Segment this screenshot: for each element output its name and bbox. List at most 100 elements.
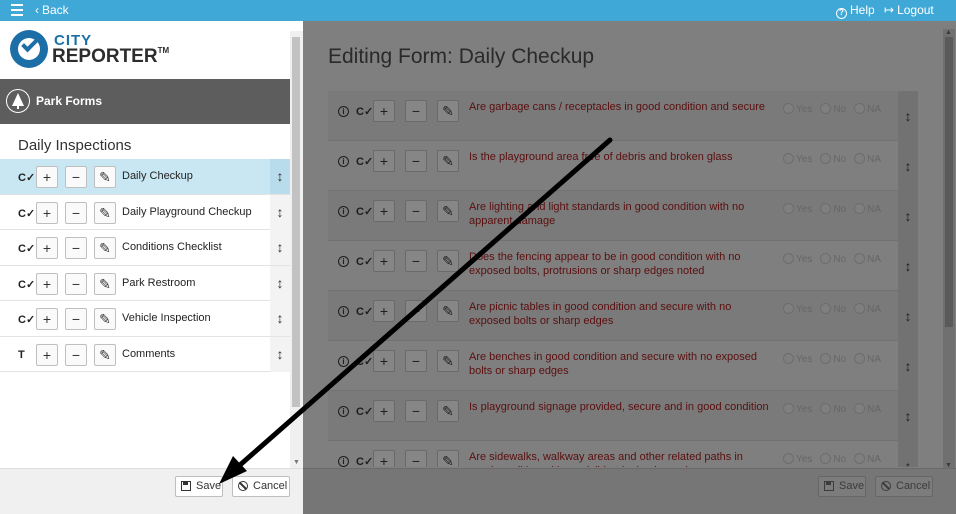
- radio-button[interactable]: [783, 203, 794, 214]
- radio-option[interactable]: NA: [854, 403, 881, 415]
- form-row[interactable]: C✓ + − ✎ Vehicle Inspection ↕: [0, 301, 290, 337]
- help-link[interactable]: ? Help: [836, 3, 875, 19]
- edit-button[interactable]: ✎: [94, 308, 116, 330]
- radio-button[interactable]: [820, 153, 832, 164]
- remove-button[interactable]: −: [405, 300, 427, 322]
- add-button[interactable]: +: [373, 150, 395, 172]
- edit-button[interactable]: ✎: [94, 237, 116, 259]
- radio-option[interactable]: Yes: [783, 153, 812, 165]
- radio-option[interactable]: No: [820, 403, 846, 415]
- up-down-arrow-icon[interactable]: ↕: [270, 230, 290, 265]
- up-down-arrow-icon[interactable]: ↕: [898, 291, 918, 341]
- remove-button[interactable]: −: [405, 450, 427, 467]
- form-row[interactable]: C✓ + − ✎ Daily Playground Checkup ↕: [0, 194, 290, 230]
- form-label[interactable]: Vehicle Inspection: [122, 312, 211, 324]
- radio-button[interactable]: [783, 353, 794, 364]
- up-down-arrow-icon[interactable]: ↕: [270, 159, 290, 194]
- add-button[interactable]: +: [36, 237, 58, 259]
- radio-button[interactable]: [854, 353, 866, 364]
- radio-option[interactable]: No: [820, 303, 846, 315]
- edit-button[interactable]: ✎: [437, 150, 459, 172]
- radio-option[interactable]: No: [820, 253, 846, 265]
- radio-option[interactable]: No: [820, 103, 846, 115]
- radio-option[interactable]: Yes: [783, 103, 812, 115]
- remove-button[interactable]: −: [405, 200, 427, 222]
- logout-link[interactable]: ↦ Logout: [884, 3, 934, 17]
- form-row[interactable]: T + − ✎ Comments ↕: [0, 336, 290, 372]
- radio-button[interactable]: [854, 203, 866, 214]
- add-button[interactable]: +: [36, 201, 58, 224]
- radio-button[interactable]: [854, 103, 866, 114]
- form-label[interactable]: Comments: [122, 348, 175, 360]
- edit-button[interactable]: ✎: [437, 400, 459, 422]
- right-scrollbar-thumb[interactable]: [945, 37, 953, 327]
- radio-button[interactable]: [820, 303, 832, 314]
- edit-button[interactable]: ✎: [437, 450, 459, 467]
- add-button[interactable]: +: [36, 343, 58, 366]
- info-icon[interactable]: i: [338, 106, 349, 117]
- form-row[interactable]: C✓ + − ✎ Daily Checkup ↕: [0, 159, 290, 195]
- right-scrollbar[interactable]: ▲ ▼: [943, 29, 955, 469]
- edit-button[interactable]: ✎: [437, 300, 459, 322]
- edit-button[interactable]: ✎: [94, 201, 116, 224]
- edit-button[interactable]: ✎: [94, 343, 116, 366]
- scroll-up-icon[interactable]: ▲: [945, 29, 952, 36]
- left-scrollbar-thumb[interactable]: [292, 37, 300, 407]
- up-down-arrow-icon[interactable]: ↕: [898, 241, 918, 291]
- info-icon[interactable]: i: [338, 356, 349, 367]
- add-button[interactable]: +: [373, 450, 395, 467]
- info-icon[interactable]: i: [338, 306, 349, 317]
- radio-option[interactable]: Yes: [783, 303, 812, 315]
- scroll-down-icon[interactable]: ▼: [293, 459, 300, 466]
- radio-button[interactable]: [783, 303, 794, 314]
- up-down-arrow-icon[interactable]: ↕: [270, 265, 290, 301]
- remove-button[interactable]: −: [405, 350, 427, 372]
- back-link[interactable]: ‹ Back: [35, 3, 69, 17]
- form-label[interactable]: Daily Checkup: [122, 170, 193, 182]
- radio-button[interactable]: [820, 253, 832, 264]
- save-button[interactable]: Save: [175, 476, 223, 497]
- info-icon[interactable]: i: [338, 456, 349, 467]
- info-icon[interactable]: i: [338, 406, 349, 417]
- up-down-arrow-icon[interactable]: ↕: [270, 194, 290, 230]
- add-button[interactable]: +: [36, 272, 58, 295]
- radio-option[interactable]: NA: [854, 303, 881, 315]
- radio-option[interactable]: NA: [854, 353, 881, 365]
- radio-button[interactable]: [854, 253, 866, 264]
- form-label[interactable]: Daily Playground Checkup: [122, 206, 252, 218]
- radio-option[interactable]: NA: [854, 253, 881, 265]
- remove-button[interactable]: −: [65, 237, 87, 259]
- remove-button[interactable]: −: [405, 250, 427, 272]
- radio-option[interactable]: No: [820, 203, 846, 215]
- radio-button[interactable]: [783, 253, 794, 264]
- radio-option[interactable]: No: [820, 153, 846, 165]
- remove-button[interactable]: −: [65, 343, 87, 366]
- remove-button[interactable]: −: [405, 150, 427, 172]
- radio-button[interactable]: [783, 103, 794, 114]
- add-button[interactable]: +: [373, 100, 395, 122]
- radio-option[interactable]: Yes: [783, 403, 812, 415]
- up-down-arrow-icon[interactable]: ↕: [898, 91, 918, 141]
- radio-option[interactable]: NA: [854, 203, 881, 215]
- remove-button[interactable]: −: [65, 308, 87, 330]
- up-down-arrow-icon[interactable]: ↕: [898, 141, 918, 191]
- remove-button[interactable]: −: [65, 272, 87, 295]
- radio-option[interactable]: NA: [854, 153, 881, 165]
- edit-button[interactable]: ✎: [94, 272, 116, 295]
- radio-button[interactable]: [820, 103, 832, 114]
- form-row[interactable]: C✓ + − ✎ Conditions Checklist ↕: [0, 230, 290, 266]
- form-label[interactable]: Conditions Checklist: [122, 241, 222, 253]
- radio-button[interactable]: [820, 203, 832, 214]
- edit-button[interactable]: ✎: [437, 250, 459, 272]
- left-scrollbar[interactable]: ▼: [290, 31, 303, 468]
- radio-button[interactable]: [783, 403, 794, 414]
- radio-button[interactable]: [783, 153, 794, 164]
- radio-button[interactable]: [820, 403, 832, 414]
- radio-option[interactable]: Yes: [783, 203, 812, 215]
- add-button[interactable]: +: [373, 300, 395, 322]
- edit-button[interactable]: ✎: [437, 350, 459, 372]
- radio-option[interactable]: NA: [854, 103, 881, 115]
- up-down-arrow-icon[interactable]: ↕: [898, 441, 918, 467]
- add-button[interactable]: +: [36, 308, 58, 330]
- hamburger-icon[interactable]: [11, 4, 23, 16]
